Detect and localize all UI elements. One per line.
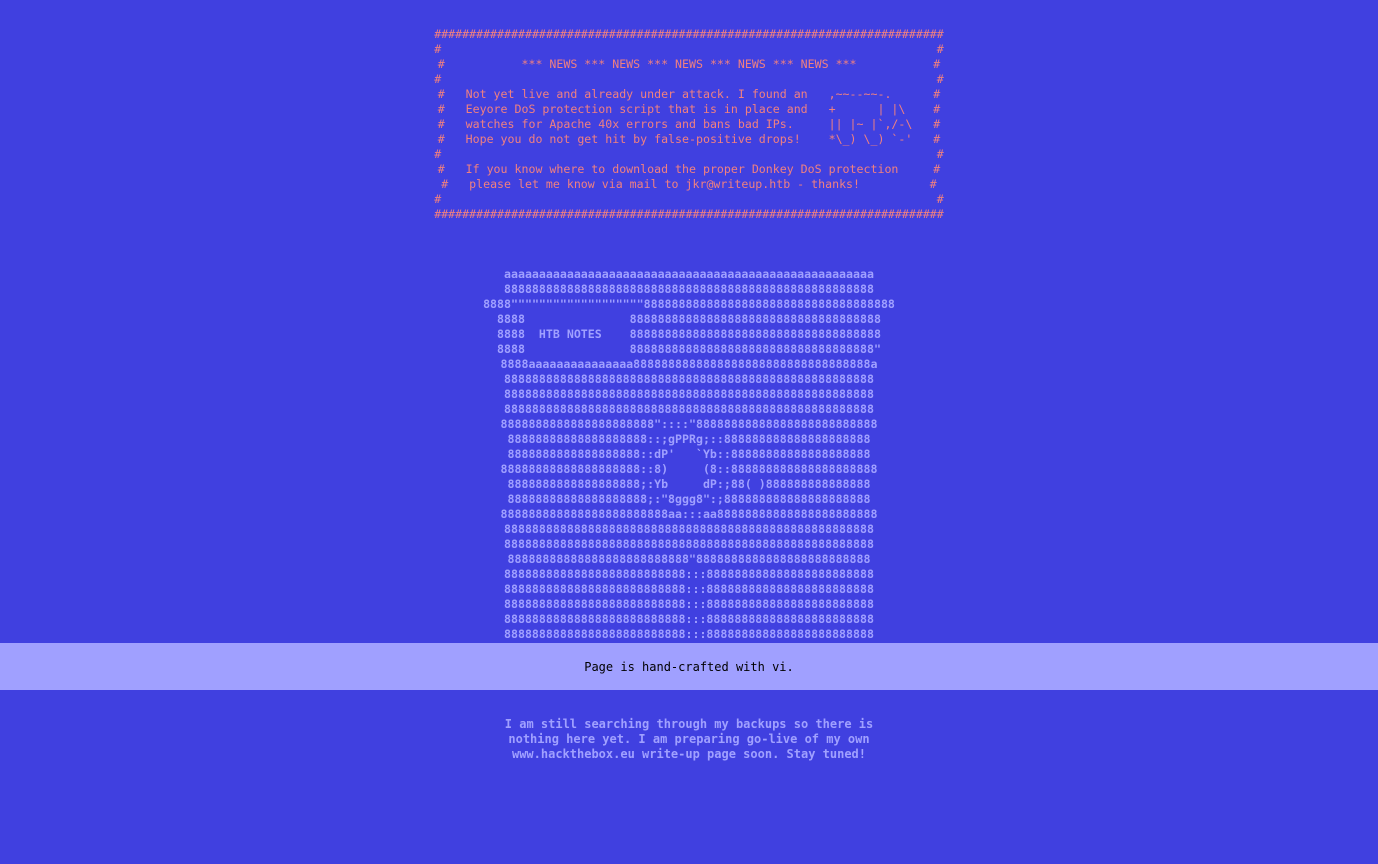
logo-line: 8888888888888888888;:Yb dP:;88( )8888888… bbox=[507, 477, 871, 491]
status-line: www.hackthebox.eu write-up page soon. St… bbox=[511, 747, 866, 761]
status-line: I am still searching through my backups … bbox=[504, 717, 874, 731]
logo-line: 8888888888888888888888888888888888888888… bbox=[504, 537, 874, 551]
footer-bar: Page is hand-crafted with vi. bbox=[0, 643, 1378, 690]
news-line: # please let me know via mail to jkr@wri… bbox=[441, 177, 937, 191]
logo-line: 8888888888888888888::dP' `Yb::8888888888… bbox=[507, 447, 871, 461]
logo-line: 88888888888888888888888888:::88888888888… bbox=[504, 582, 874, 596]
news-line: # # bbox=[434, 72, 944, 86]
logo-line: 8888888888888888888888888888888888888888… bbox=[504, 282, 874, 296]
logo-line: 88888888888888888888::8) (8::88888888888… bbox=[500, 462, 878, 476]
news-line: # Eeyore DoS protection script that is i… bbox=[437, 102, 941, 116]
logo-line: 8888888888888888888888888888888888888888… bbox=[504, 387, 874, 401]
news-line: ########################################… bbox=[434, 27, 944, 41]
logo-line: 8888888888888888888888888888888888888888… bbox=[504, 372, 874, 386]
logo-line: 8888"""""""""""""""""""88888888888888888… bbox=[483, 297, 895, 311]
logo-line: 88888888888888888888;:"8ggg8":;888888888… bbox=[507, 492, 871, 506]
news-line: # # bbox=[434, 192, 944, 206]
news-line: ########################################… bbox=[434, 207, 944, 221]
logo-line: 888888888888888888888888aa:::aa888888888… bbox=[500, 507, 878, 521]
news-line: # Hope you do not get hit by false-posit… bbox=[437, 132, 941, 146]
logo-line: 88888888888888888888::;gPPRg;::888888888… bbox=[507, 432, 871, 446]
logo-line: 88888888888888888888888888:::88888888888… bbox=[504, 627, 874, 641]
logo-line: 88888888888888888888888888:::88888888888… bbox=[504, 567, 874, 581]
logo-line: 88888888888888888888888888:::88888888888… bbox=[504, 612, 874, 626]
news-headline: # *** NEWS *** NEWS *** NEWS *** NEWS **… bbox=[437, 57, 941, 71]
news-line: # watches for Apache 40x errors and bans… bbox=[437, 117, 941, 131]
logo-line: 8888 88888888888888888888888888888888888… bbox=[497, 342, 881, 356]
news-line: # If you know where to download the prop… bbox=[437, 162, 941, 176]
news-line: # # bbox=[434, 147, 944, 161]
logo-line: 8888888888888888888888888888888888888888… bbox=[504, 522, 874, 536]
logo-line: 8888888888888888888888888888888888888888… bbox=[504, 402, 874, 416]
news-line: # # bbox=[434, 42, 944, 56]
logo-line: aaaaaaaaaaaaaaaaaaaaaaaaaaaaaaaaaaaaaaaa… bbox=[504, 267, 874, 281]
logo-line: 8888 HTB NOTES 8888888888888888888888888… bbox=[497, 327, 881, 341]
logo-line: 8888aaaaaaaaaaaaaaa888888888888888888888… bbox=[500, 357, 878, 371]
status-message: I am still searching through my backups … bbox=[0, 717, 1378, 762]
logo-line: 88888888888888888888888888:::88888888888… bbox=[504, 597, 874, 611]
news-line: # Not yet live and already under attack.… bbox=[437, 87, 941, 101]
logo-line: 8888888888888888888888"::::"888888888888… bbox=[500, 417, 878, 431]
logo-line: 88888888888888888888888888"8888888888888… bbox=[507, 552, 871, 566]
footer-text: Page is hand-crafted with vi. bbox=[584, 659, 794, 674]
logo-line: 8888 88888888888888888888888888888888888… bbox=[497, 312, 881, 326]
htb-notes-logo-art: aaaaaaaaaaaaaaaaaaaaaaaaaaaaaaaaaaaaaaaa… bbox=[0, 267, 1378, 642]
status-line: nothing here yet. I am preparing go-live… bbox=[508, 732, 870, 746]
news-box: ########################################… bbox=[0, 27, 1378, 222]
